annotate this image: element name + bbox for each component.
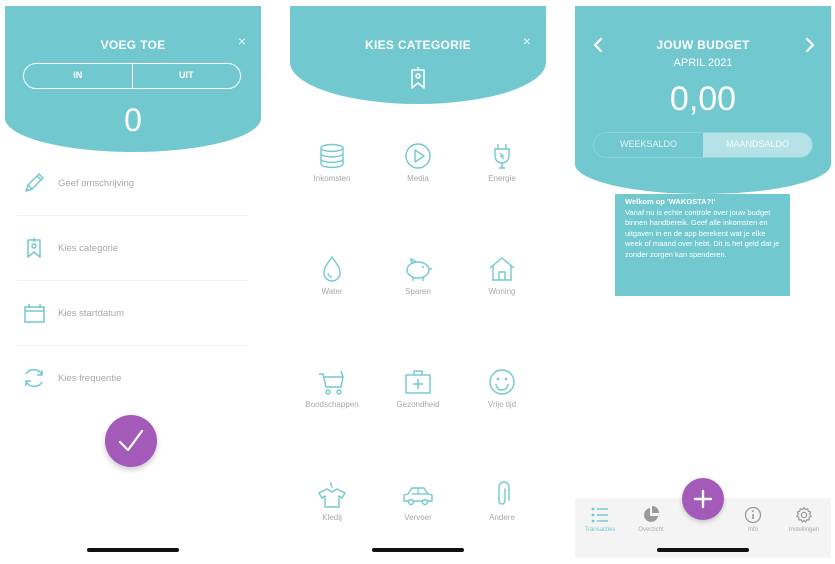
tab-label: Transacties <box>584 527 616 533</box>
month-label: APRIL 2021 <box>673 57 733 69</box>
category-item-media[interactable]: Media <box>378 142 458 222</box>
category-label: Gezondheid <box>396 400 440 409</box>
refresh-icon <box>25 368 43 388</box>
list-icon <box>591 507 608 523</box>
paperclip-icon <box>498 481 510 505</box>
category-item-kledij[interactable]: Kledij <box>292 481 372 558</box>
toggle-out-button[interactable]: UIT <box>131 64 241 88</box>
piechart-icon <box>644 506 659 522</box>
category-item-sparen[interactable]: Sparen <box>378 255 458 335</box>
budget-amount: 0,00 <box>669 80 737 118</box>
close-icon[interactable]: × <box>520 34 534 48</box>
category-field[interactable]: Kies categorie <box>17 217 249 281</box>
tab-transacties[interactable]: Transacties <box>575 506 625 533</box>
close-icon[interactable]: × <box>235 34 249 48</box>
tab-overzicht[interactable]: Overzicht <box>626 506 676 533</box>
checkmark-icon <box>118 429 144 452</box>
page-title: KIES CATEGORIE <box>365 38 471 52</box>
category-label: Sparen <box>405 287 431 296</box>
category-label: Boodschappen <box>305 400 359 409</box>
category-item-energie[interactable]: Energie <box>462 142 542 222</box>
category-item-boodschappen[interactable]: Boodschappen <box>292 368 372 448</box>
tag-icon <box>27 238 41 258</box>
piggybank-icon <box>406 257 432 281</box>
toggle-in-button[interactable]: IN <box>24 64 132 88</box>
startdate-field[interactable]: Kies startdatum <box>17 282 249 346</box>
category-item-inkomsten[interactable]: Inkomsten <box>292 142 372 222</box>
welcome-title: Welkom op 'WAKOSTA?!' <box>625 197 716 206</box>
play-icon <box>405 143 431 169</box>
category-item-gezondheid[interactable]: Gezondheid <box>378 368 458 448</box>
tab-instellingen[interactable]: Instellingen <box>779 506 829 533</box>
home-indicator[interactable] <box>87 548 179 552</box>
coins-icon <box>320 143 344 169</box>
category-item-vervoer[interactable]: Vervoer <box>378 481 458 558</box>
calendar-icon <box>24 304 45 323</box>
category-label: Vervoer <box>404 513 432 522</box>
tag-icon <box>411 67 425 89</box>
home-indicator[interactable] <box>372 548 464 552</box>
info-icon <box>744 506 762 524</box>
category-label: Kledij <box>322 513 342 522</box>
tab-info[interactable]: Info <box>728 506 778 533</box>
budget-screen: JOUW BUDGET APRIL 2021 0,00 WEEKSALDO MA… <box>575 6 831 558</box>
frequency-field[interactable]: Kies frequentie <box>17 347 249 411</box>
category-label: Media <box>407 174 429 183</box>
category-item-woning[interactable]: Woning <box>462 255 542 335</box>
pencil-icon <box>25 173 44 192</box>
page-title: JOUW BUDGET <box>656 38 750 52</box>
category-label: Inkomsten <box>313 174 351 183</box>
smiley-icon <box>489 369 515 395</box>
plus-icon <box>693 489 713 509</box>
welcome-body: Vanaf nu is echte controle over jouw bud… <box>625 207 780 259</box>
car-icon <box>403 487 433 506</box>
amount-display[interactable]: 0 <box>5 102 261 139</box>
startdate-label: Kies startdatum <box>58 308 124 319</box>
drop-icon <box>323 255 341 282</box>
home-indicator[interactable] <box>657 548 749 552</box>
add-transaction-screen: VOEG TOE × IN UIT 0 Geef omschrijving Ki… <box>5 6 261 558</box>
plug-icon <box>494 144 510 169</box>
category-item-vrije-tijd[interactable]: Vrije tijd <box>462 368 542 448</box>
gear-icon <box>796 506 812 523</box>
category-label: Vrije tijd <box>487 400 517 409</box>
toggle-month-button[interactable]: MAANDSALDO <box>703 133 812 157</box>
tab-label: Instellingen <box>788 527 820 533</box>
tab-label: Overzicht <box>638 527 664 533</box>
confirm-button[interactable] <box>105 415 157 467</box>
category-label: Water <box>321 287 343 296</box>
in-out-toggle: IN UIT <box>23 63 241 89</box>
category-label: Andere <box>489 513 515 522</box>
welcome-card: Welkom op 'WAKOSTA?!' Vanaf nu is echte … <box>615 194 790 296</box>
choose-category-screen: KIES CATEGORIE × Inkomsten Media Energie <box>290 6 546 558</box>
add-transaction-button[interactable] <box>682 478 724 520</box>
firstaid-icon <box>405 370 431 394</box>
page-title: VOEG TOE <box>100 38 166 52</box>
category-label: Woning <box>488 287 516 296</box>
description-field[interactable]: Geef omschrijving <box>17 152 249 216</box>
category-label: Kies categorie <box>58 243 119 254</box>
description-label: Geef omschrijving <box>58 178 135 189</box>
category-item-water[interactable]: Water <box>292 255 372 335</box>
category-label: Energie <box>488 174 516 183</box>
cart-icon <box>319 370 344 395</box>
tab-label: Info <box>747 527 758 533</box>
shirt-icon <box>318 482 346 508</box>
category-item-andere[interactable]: Andere <box>462 481 542 558</box>
frequency-label: Kies frequentie <box>58 373 122 384</box>
house-icon <box>489 257 515 281</box>
balance-toggle: WEEKSALDO MAANDSALDO <box>593 132 813 158</box>
toggle-week-button[interactable]: WEEKSALDO <box>594 133 703 157</box>
